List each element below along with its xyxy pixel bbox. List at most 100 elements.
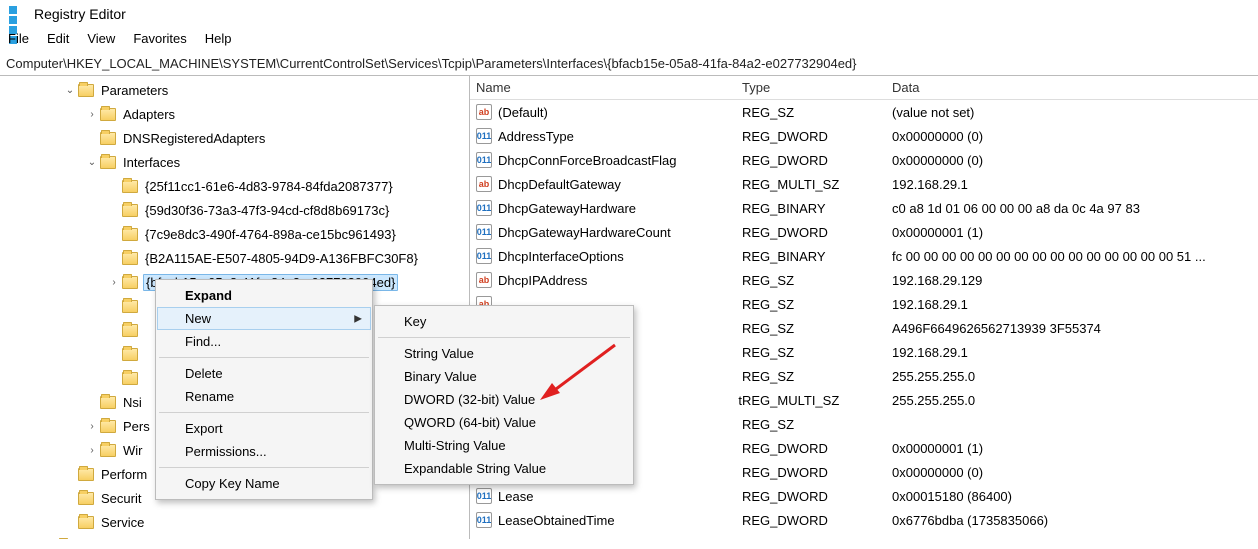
menu-favorites[interactable]: Favorites	[133, 31, 186, 46]
value-type: REG_BINARY	[742, 201, 892, 216]
value-row[interactable]: abDhcpDefaultGatewayREG_MULTI_SZ192.168.…	[470, 172, 1258, 196]
menu-edit[interactable]: Edit	[47, 31, 69, 46]
chevron-right-icon[interactable]	[86, 444, 98, 456]
value-type: REG_BINARY	[742, 249, 892, 264]
folder-icon	[122, 324, 138, 337]
string-value-icon: ab	[476, 176, 492, 192]
value-name: DhcpGatewayHardware	[498, 201, 742, 216]
ctx-new-binary[interactable]: Binary Value	[376, 365, 632, 388]
value-row[interactable]: 011LeaseObtainedTimeREG_DWORD0x6776bdba …	[470, 508, 1258, 532]
folder-icon	[122, 348, 138, 361]
value-row[interactable]: ab(Default)REG_SZ(value not set)	[470, 100, 1258, 124]
tree-parameters[interactable]: Parameters	[4, 78, 469, 102]
value-type: REG_DWORD	[742, 153, 892, 168]
folder-icon	[122, 180, 138, 193]
binary-value-icon: 011	[476, 224, 492, 240]
chevron-down-icon[interactable]	[64, 84, 76, 96]
value-row[interactable]: 011LeaseREG_DWORD0x00015180 (86400)	[470, 484, 1258, 508]
binary-value-icon: 011	[476, 200, 492, 216]
chevron-down-icon[interactable]	[86, 156, 98, 168]
value-type: REG_DWORD	[742, 129, 892, 144]
value-data: 192.168.29.1	[892, 177, 1258, 192]
folder-icon	[100, 132, 116, 145]
app-title: Registry Editor	[34, 6, 126, 22]
value-data: 255.255.255.0	[892, 393, 1258, 408]
address-bar[interactable]: Computer\HKEY_LOCAL_MACHINE\SYSTEM\Curre…	[0, 52, 1258, 76]
menu-bar: File Edit View Favorites Help	[0, 25, 1258, 52]
chevron-right-icon: ▶	[354, 313, 362, 324]
tree-if2[interactable]: {7c9e8dc3-490f-4764-898a-ce15bc961493}	[4, 222, 469, 246]
value-name: LeaseObtainedTime	[498, 513, 742, 528]
separator	[159, 467, 369, 468]
spacer	[108, 228, 120, 240]
ctx-permissions[interactable]: Permissions...	[157, 440, 371, 463]
col-name[interactable]: Name	[476, 80, 742, 95]
folder-icon	[100, 156, 116, 169]
ctx-new-qword[interactable]: QWORD (64-bit) Value	[376, 411, 632, 434]
tree-if1[interactable]: {59d30f36-73a3-47f3-94cd-cf8d8b69173c}	[4, 198, 469, 222]
menu-file[interactable]: File	[8, 31, 29, 46]
value-data: 0x00000000 (0)	[892, 129, 1258, 144]
ctx-find[interactable]: Find...	[157, 330, 371, 353]
ctx-new[interactable]: New ▶	[157, 307, 371, 330]
value-type: REG_SZ	[742, 105, 892, 120]
value-row[interactable]: 011DhcpGatewayHardwareREG_BINARYc0 a8 1d…	[470, 196, 1258, 220]
ctx-delete[interactable]: Delete	[157, 362, 371, 385]
value-row[interactable]: 011DhcpConnForceBroadcastFlagREG_DWORD0x…	[470, 148, 1258, 172]
value-type: REG_DWORD	[742, 225, 892, 240]
value-row[interactable]: 011 AddressTypeREG_DWORD0x00000000 (0)	[470, 124, 1258, 148]
value-row[interactable]: 011 DhcpInterfaceOptionsREG_BINARYfc 00 0…	[470, 244, 1258, 268]
ctx-copykey[interactable]: Copy Key Name	[157, 472, 371, 495]
tree-dnsreg[interactable]: DNSRegisteredAdapters	[4, 126, 469, 150]
ctx-expand[interactable]: Expand	[157, 284, 371, 307]
spacer	[86, 132, 98, 144]
tree-interfaces[interactable]: Interfaces	[4, 150, 469, 174]
col-type[interactable]: Type	[742, 80, 892, 95]
value-data: (value not set)	[892, 105, 1258, 120]
value-row[interactable]: abDhcpIPAddressREG_SZ192.168.29.129	[470, 268, 1258, 292]
tree-adapters[interactable]: Adapters	[4, 102, 469, 126]
ctx-export[interactable]: Export	[157, 417, 371, 440]
binary-value-icon: 011	[476, 488, 492, 504]
value-data: 192.168.29.129	[892, 273, 1258, 288]
value-type: REG_DWORD	[742, 489, 892, 504]
value-row[interactable]: 011 DhcpGatewayHardwareCountREG_DWORD0x00…	[470, 220, 1258, 244]
ctx-new-string[interactable]: String Value	[376, 342, 632, 365]
value-type: REG_SZ	[742, 345, 892, 360]
tree-service[interactable]: Service	[4, 510, 469, 534]
ctx-new-key[interactable]: Key	[376, 310, 632, 333]
ctx-new-dword[interactable]: DWORD (32-bit) Value	[376, 388, 632, 411]
tree-tcpip6[interactable]: Tcpip6	[4, 534, 469, 539]
value-data: A496F6649626562713939 3F55374	[892, 321, 1258, 336]
tree-if0[interactable]: {25f11cc1-61e6-4d83-9784-84fda2087377}	[4, 174, 469, 198]
col-data[interactable]: Data	[892, 80, 1258, 95]
spacer	[108, 324, 120, 336]
value-name: DhcpInterfaceOptions	[498, 249, 742, 264]
chevron-right-icon[interactable]	[86, 420, 98, 432]
value-name: (Default)	[498, 105, 742, 120]
value-name: DhcpDefaultGateway	[498, 177, 742, 192]
value-data: fc 00 00 00 00 00 00 00 00 00 00 00 00 0…	[892, 249, 1258, 264]
value-data: 0x00000001 (1)	[892, 225, 1258, 240]
value-name: AddressType	[498, 129, 742, 144]
binary-value-icon: 011	[476, 248, 492, 264]
value-name: DhcpGatewayHardwareCount	[498, 225, 742, 240]
value-data: 0x00000000 (0)	[892, 465, 1258, 480]
menu-view[interactable]: View	[87, 31, 115, 46]
chevron-right-icon[interactable]	[86, 108, 98, 120]
ctx-new-expand[interactable]: Expandable String Value	[376, 457, 632, 480]
value-data: 0x00000001 (1)	[892, 441, 1258, 456]
value-type: REG_DWORD	[742, 441, 892, 456]
folder-icon	[78, 84, 94, 97]
folder-icon	[100, 444, 116, 457]
spacer	[64, 516, 76, 528]
menu-help[interactable]: Help	[205, 31, 232, 46]
binary-value-icon: 011	[476, 128, 492, 144]
tree-if3[interactable]: {B2A115AE-E507-4805-94D9-A136FBFC30F8}	[4, 246, 469, 270]
value-data: 192.168.29.1	[892, 345, 1258, 360]
ctx-rename[interactable]: Rename	[157, 385, 371, 408]
ctx-new-multi[interactable]: Multi-String Value	[376, 434, 632, 457]
chevron-right-icon[interactable]	[108, 276, 120, 288]
value-data: 255.255.255.0	[892, 369, 1258, 384]
context-submenu-new: Key String Value Binary Value DWORD (32-…	[374, 305, 634, 485]
